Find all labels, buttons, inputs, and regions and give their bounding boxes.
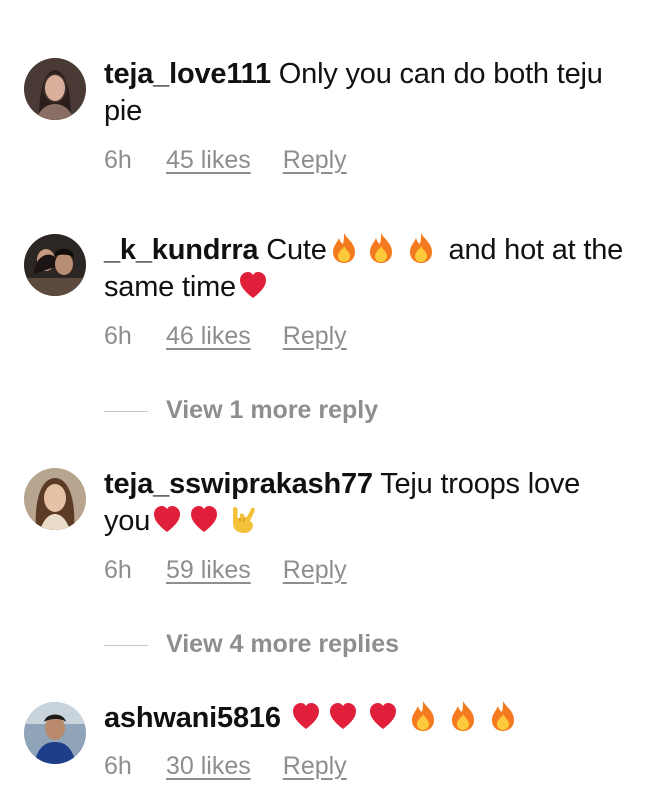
- fire-emoji: [366, 232, 396, 264]
- comment-text: teja_sswiprakash77 Teju troops love you: [104, 466, 624, 540]
- likes-link[interactable]: 30 likes: [166, 752, 251, 781]
- comment-username[interactable]: ashwani5816: [104, 702, 281, 734]
- comment-message: [281, 702, 289, 734]
- reply-button[interactable]: Reply: [283, 146, 347, 175]
- comment-username[interactable]: teja_love111: [104, 58, 271, 90]
- likes-link[interactable]: 45 likes: [166, 146, 251, 175]
- divider-line: [104, 410, 148, 412]
- avatar[interactable]: [24, 234, 86, 296]
- likes-link[interactable]: 59 likes: [166, 556, 251, 585]
- fire-emoji: [329, 232, 359, 264]
- red-heart-emoji: [328, 700, 358, 732]
- rock-on-hand-emoji: [229, 503, 259, 535]
- comment-meta: 6h 59 likes Reply: [104, 556, 347, 585]
- fire-emoji: [448, 700, 478, 732]
- comment-text: teja_love111 Only you can do both teju p…: [104, 56, 624, 130]
- red-heart-emoji: [189, 503, 219, 535]
- fire-emoji: [408, 700, 438, 732]
- comment-time: 6h: [104, 146, 132, 174]
- view-more-label[interactable]: View 4 more replies: [166, 630, 399, 658]
- red-heart-emoji: [238, 269, 268, 301]
- comment-meta: 6h 45 likes Reply: [104, 146, 347, 175]
- comment-username[interactable]: _k_kundrra: [104, 234, 259, 266]
- comment-text: _k_kundrra Cute and hot at the same time: [104, 232, 624, 306]
- reply-button[interactable]: Reply: [283, 322, 347, 351]
- red-heart-emoji: [152, 503, 182, 535]
- comment-time: 6h: [104, 556, 132, 584]
- reply-button[interactable]: Reply: [283, 556, 347, 585]
- avatar[interactable]: [24, 702, 86, 764]
- comment-meta: 6h 30 likes Reply: [104, 752, 347, 781]
- comment-username[interactable]: teja_sswiprakash77: [104, 468, 373, 500]
- comment-text: ashwani5816: [104, 700, 624, 737]
- avatar[interactable]: [24, 58, 86, 120]
- fire-emoji: [406, 232, 436, 264]
- fire-emoji: [488, 700, 518, 732]
- comment-time: 6h: [104, 322, 132, 350]
- reply-button[interactable]: Reply: [283, 752, 347, 781]
- likes-link[interactable]: 46 likes: [166, 322, 251, 351]
- comment-time: 6h: [104, 752, 132, 780]
- view-more-replies[interactable]: View 1 more reply: [104, 396, 378, 425]
- divider-line: [104, 644, 148, 646]
- red-heart-emoji: [291, 700, 321, 732]
- view-more-replies[interactable]: View 4 more replies: [104, 630, 399, 659]
- view-more-label[interactable]: View 1 more reply: [166, 396, 378, 424]
- comment-meta: 6h 46 likes Reply: [104, 322, 347, 351]
- avatar[interactable]: [24, 468, 86, 530]
- comment-message: Cute: [258, 234, 327, 266]
- red-heart-emoji: [368, 700, 398, 732]
